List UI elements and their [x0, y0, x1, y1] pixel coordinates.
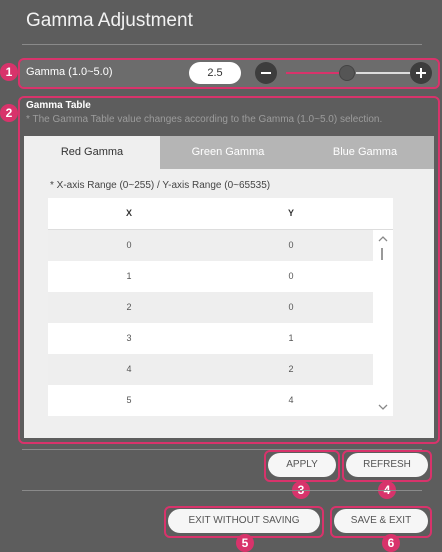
- cell-x: 1: [126, 271, 132, 281]
- table-header: X Y: [48, 198, 393, 230]
- scrollbar-thumb[interactable]: [381, 248, 383, 260]
- cell-x: 5: [126, 395, 132, 405]
- cell-y: 1: [288, 333, 294, 343]
- table-row: 1 0: [48, 261, 393, 292]
- table-scrollbar[interactable]: [373, 230, 393, 416]
- title-divider: [22, 44, 422, 45]
- callout-badge-1: 1: [0, 63, 18, 81]
- cell-y: 0: [288, 302, 294, 312]
- cell-y: 4: [288, 395, 294, 405]
- tab-green-gamma[interactable]: Green Gamma: [160, 136, 296, 169]
- chevron-down-icon[interactable]: [378, 402, 388, 412]
- callout-box-1: [18, 58, 440, 89]
- cell-x: 0: [126, 240, 132, 250]
- gamma-tabs: Red Gamma Green Gamma Blue Gamma: [24, 136, 434, 169]
- table-row: 2 0: [48, 292, 393, 323]
- table-row: 5 4: [48, 385, 393, 416]
- callout-box-6: [330, 506, 432, 538]
- cell-x: 4: [126, 364, 132, 374]
- cell-y: 2: [288, 364, 294, 374]
- cell-y: 0: [288, 271, 294, 281]
- column-header-x: X: [125, 208, 132, 218]
- tab-blue-gamma[interactable]: Blue Gamma: [296, 136, 434, 169]
- column-header-y: Y: [287, 208, 294, 218]
- callout-badge-2: 2: [0, 104, 18, 122]
- cell-x: 3: [126, 333, 132, 343]
- callout-box-4: [342, 450, 432, 482]
- callout-badge-6: 6: [382, 534, 400, 552]
- chevron-up-icon[interactable]: [378, 234, 388, 244]
- table-row: 0 0: [48, 230, 393, 261]
- section-divider-2: [22, 490, 422, 491]
- axis-range-note: * X-axis Range (0~255) / Y-axis Range (0…: [50, 180, 271, 191]
- callout-box-3: [264, 450, 340, 482]
- callout-badge-5: 5: [236, 534, 254, 552]
- gamma-data-table: X Y 0 0 1 0 2 0 3 1 4 2 5 4: [48, 198, 393, 416]
- table-row: 3 1: [48, 323, 393, 354]
- page-title: Gamma Adjustment: [26, 10, 193, 31]
- cell-x: 2: [126, 302, 132, 312]
- gamma-table-panel: Red Gamma Green Gamma Blue Gamma * X-axi…: [24, 136, 434, 438]
- cell-y: 0: [288, 240, 294, 250]
- table-row: 4 2: [48, 354, 393, 385]
- tab-red-gamma[interactable]: Red Gamma: [24, 136, 160, 169]
